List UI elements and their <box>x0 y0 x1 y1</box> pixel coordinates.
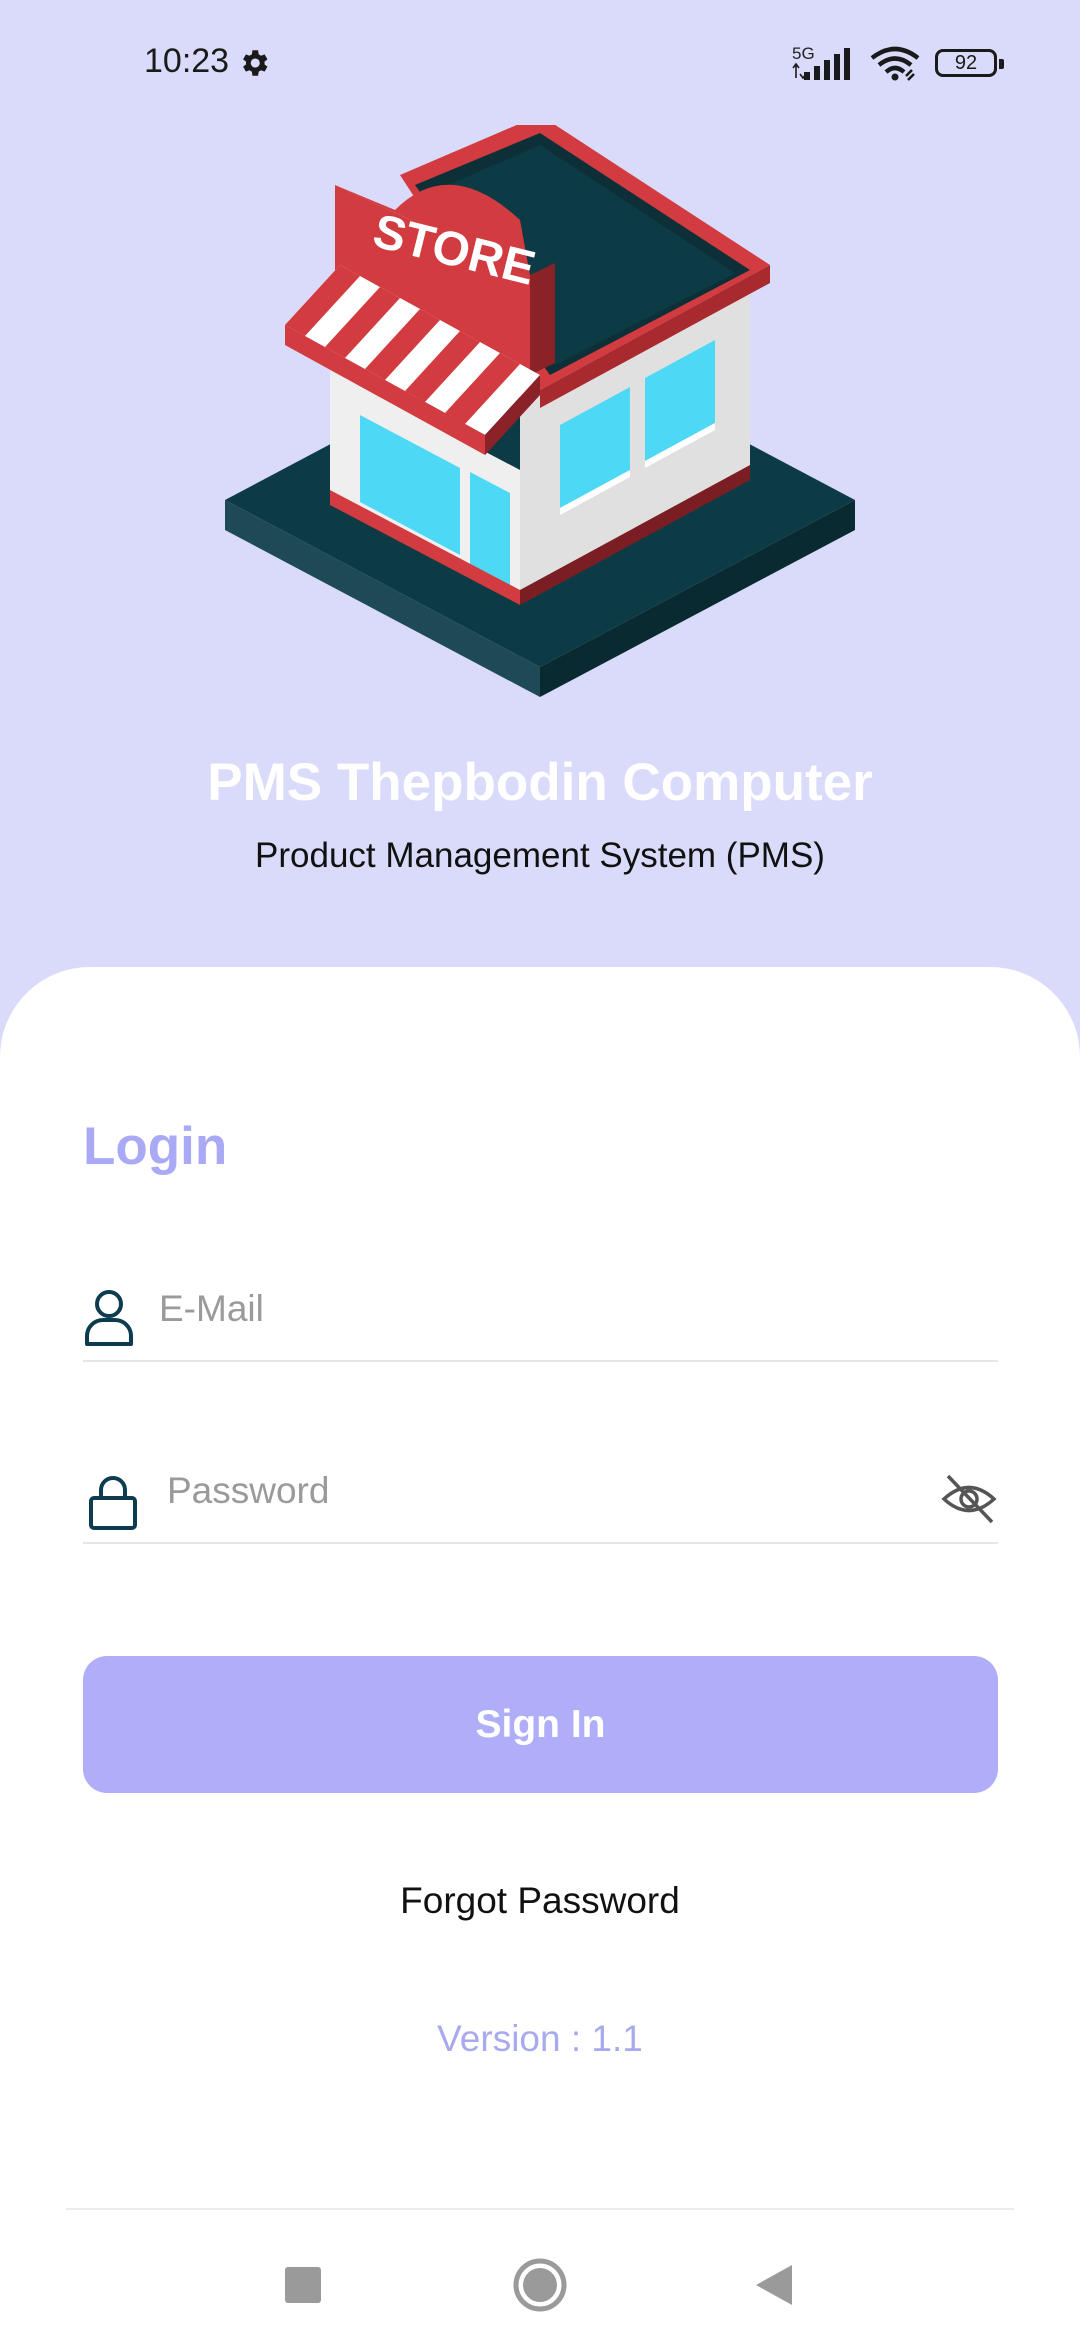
email-field[interactable] <box>83 1270 998 1362</box>
status-bar: 10:23 5G 92 <box>0 0 1080 130</box>
app-subtitle: Product Management System (PMS) <box>255 836 825 875</box>
recents-square-icon[interactable] <box>263 2250 343 2320</box>
status-time: 10:23 <box>144 42 230 80</box>
user-icon <box>85 1290 133 1346</box>
version-label: Version : 1.1 <box>437 2018 643 2059</box>
home-circle-icon[interactable] <box>500 2250 580 2320</box>
wifi-icon <box>870 46 920 81</box>
battery-icon: 92 <box>935 49 1004 77</box>
gear-icon <box>243 50 268 76</box>
signal-icon <box>792 48 850 80</box>
lock-icon <box>89 1476 137 1530</box>
email-input[interactable] <box>157 1278 961 1340</box>
password-field[interactable] <box>83 1452 998 1544</box>
login-screen: 10:23 5G 92 STORE PMS Thepbodin Computer… <box>0 0 1080 2340</box>
login-heading: Login <box>83 1117 228 1176</box>
app-title: PMS Thepbodin Computer <box>207 753 873 812</box>
forgot-password-link[interactable]: Forgot Password <box>0 1880 1080 1922</box>
store-illustration: STORE <box>225 125 855 697</box>
eye-off-icon[interactable] <box>940 1470 998 1528</box>
back-triangle-icon[interactable] <box>734 2250 814 2320</box>
nav-divider <box>66 2208 1014 2210</box>
password-input[interactable] <box>165 1460 909 1522</box>
sign-in-button[interactable]: Sign In <box>83 1656 998 1793</box>
